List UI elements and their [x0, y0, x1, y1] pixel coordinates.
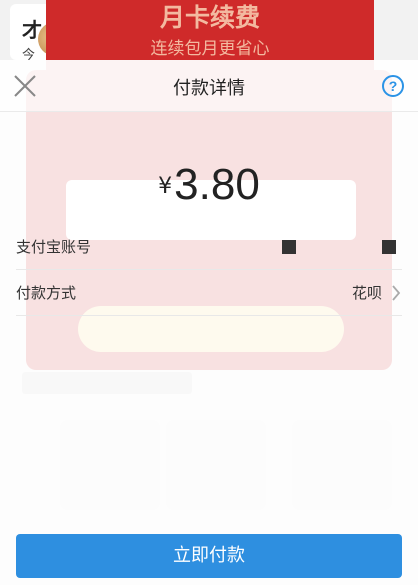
- help-icon[interactable]: ?: [382, 75, 404, 97]
- payment-amount: ¥3.80: [0, 160, 418, 210]
- banner-subtitle: 连续包月更省心: [150, 39, 270, 59]
- amount-value: 3.80: [174, 160, 260, 209]
- pay-now-button[interactable]: 立即付款: [16, 534, 402, 578]
- masked-account-block: [282, 240, 296, 254]
- sheet-title: 付款详情: [173, 78, 245, 99]
- currency-symbol: ¥: [158, 174, 173, 199]
- payment-details-sheet: 付款详情 ? ¥3.80 支付宝账号 付款方式 花呗 立即付款: [0, 60, 418, 585]
- account-row: 支付宝账号: [16, 224, 402, 270]
- masked-account-block: [382, 240, 396, 254]
- banner-title: 月卡续费: [159, 3, 260, 32]
- account-label: 支付宝账号: [16, 238, 92, 256]
- payment-method-label: 付款方式: [16, 284, 77, 302]
- sheet-header: 付款详情 ?: [0, 60, 418, 112]
- payment-method-value: 花呗: [351, 284, 382, 302]
- payment-method-row[interactable]: 付款方式 花呗: [16, 270, 402, 316]
- chevron-right-icon: [392, 285, 401, 301]
